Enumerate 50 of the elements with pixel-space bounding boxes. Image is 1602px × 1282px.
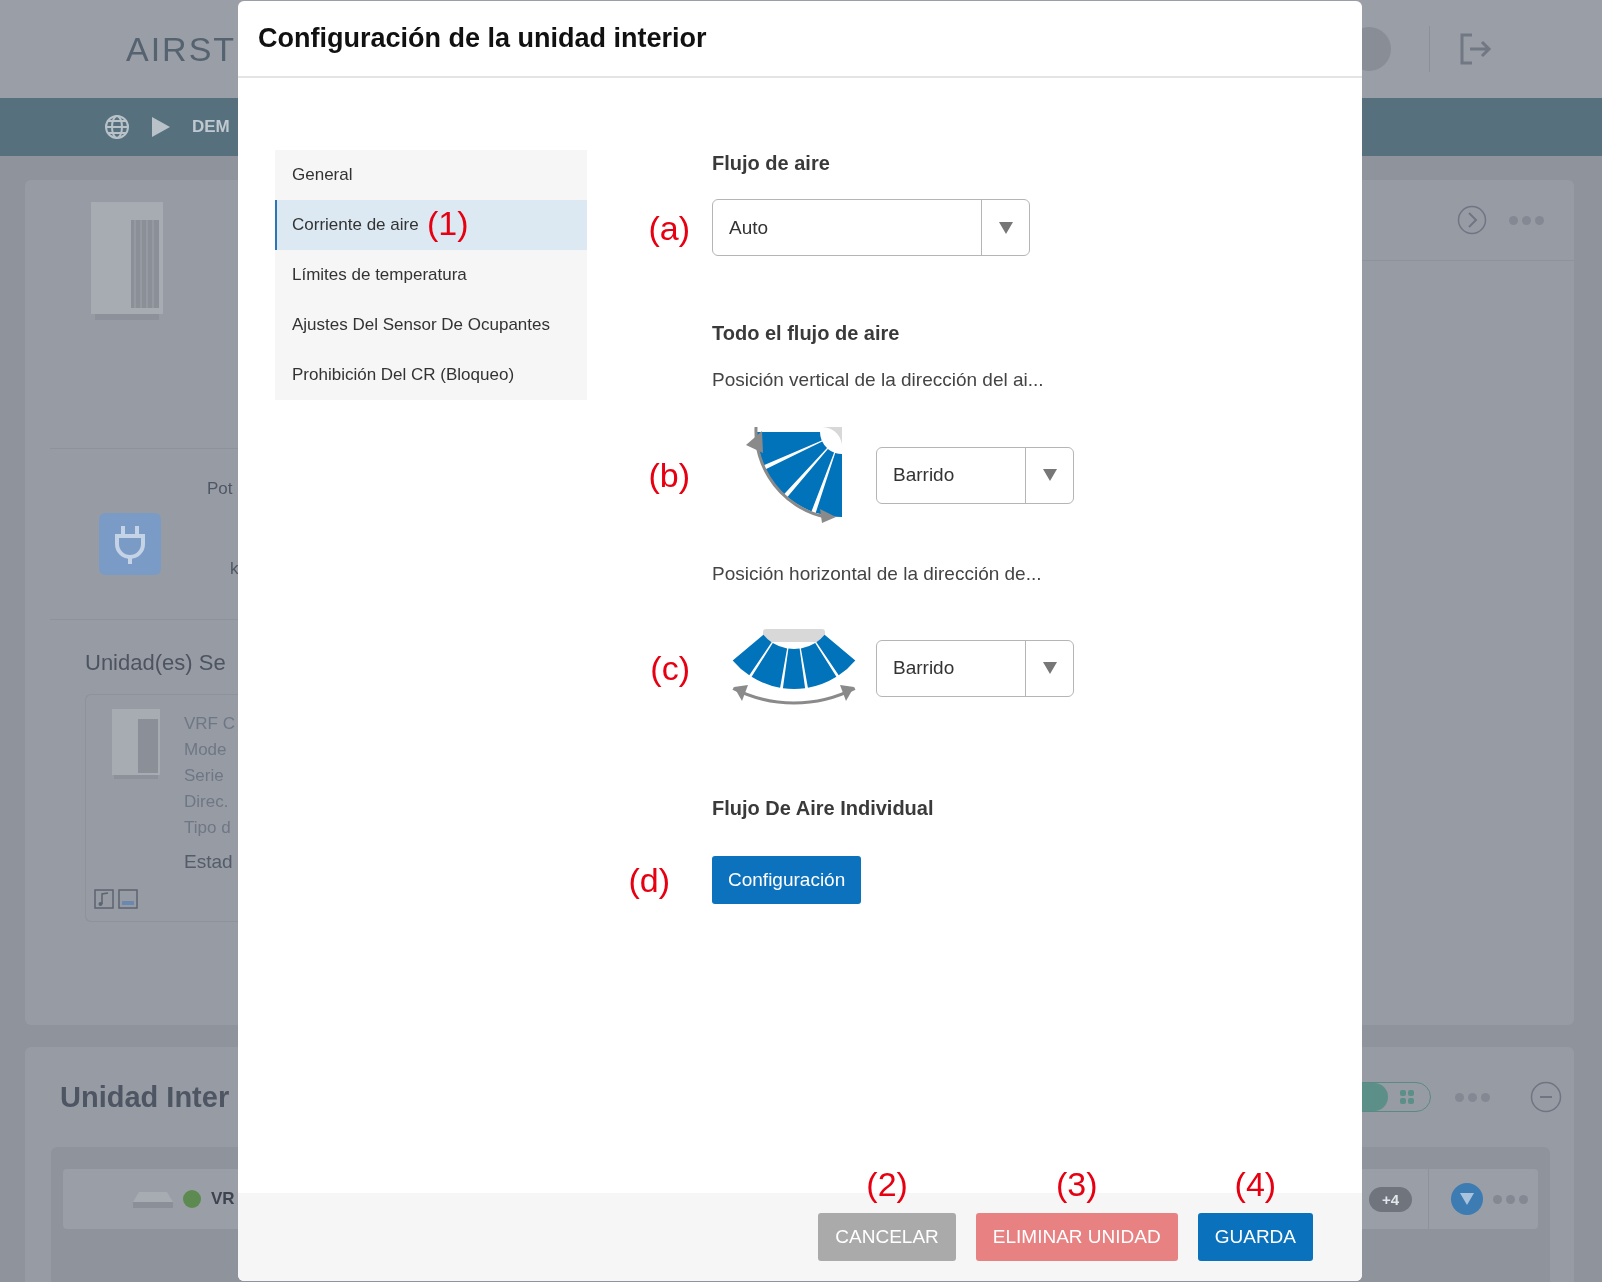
power-unit: k [230, 559, 238, 579]
nav-item[interactable]: Corriente de aire (1) [275, 200, 587, 250]
play-icon [152, 117, 170, 137]
outdoor-unit-picture-icon [91, 202, 163, 320]
caret-icon [1042, 469, 1057, 481]
globe-icon[interactable] [104, 114, 130, 140]
music-note-icon [94, 889, 114, 909]
collapse-icon[interactable] [1530, 1081, 1562, 1113]
annotation-label: (b) [648, 458, 690, 492]
plug-icon [99, 513, 161, 575]
next-icon[interactable] [1457, 205, 1487, 235]
nav-item[interactable]: Límites de temperatura [275, 250, 587, 300]
caret-icon [998, 221, 1013, 234]
annotation-label: (2) [865, 1167, 909, 1201]
nav-item[interactable]: Prohibición Del CR (Bloqueo) [275, 350, 587, 400]
status-dot [183, 1190, 201, 1208]
caret-icon [1042, 662, 1057, 674]
nav-item[interactable]: Ajustes Del Sensor De Ocupantes [275, 300, 587, 350]
annotation-label: (3) [1055, 1167, 1099, 1201]
logo-text: AIRST [126, 29, 237, 69]
outdoor-unit-picture-icon [112, 709, 160, 779]
grid-icon[interactable] [1400, 1090, 1414, 1104]
settings-button[interactable]: Configuración [712, 856, 862, 904]
annotation-label: (c) [650, 651, 690, 685]
dropdown[interactable]: Auto [712, 199, 1030, 256]
dropdown[interactable]: Barrido [876, 446, 1074, 504]
nav-item[interactable]: General [275, 150, 587, 200]
section-heading: Todo el flujo de aire [712, 322, 900, 345]
unit-status: Estad [184, 850, 234, 874]
document-icon [118, 889, 138, 909]
dialog-title: Configuración de la unidad interior [258, 23, 707, 54]
annotation-label: (a) [648, 210, 690, 245]
annotation-label: (d) [628, 863, 670, 897]
count-badge: +4 [1368, 1186, 1412, 1212]
expand-icon[interactable] [1451, 1183, 1483, 1215]
horizontal-airflow-icon [732, 629, 856, 707]
field-label: Posición horizontal de la dirección de... [712, 563, 1042, 585]
section-title: Unidad Inter [60, 1080, 230, 1114]
annotation-label: (1) [427, 206, 469, 240]
field-label: Posición vertical de la dirección del ai... [712, 369, 1044, 391]
annotation-label: (4) [1233, 1167, 1278, 1201]
section-heading: Flujo De Aire Individual [712, 797, 934, 820]
section-heading: Flujo de aire [712, 152, 830, 175]
vertical-airflow-icon [744, 427, 844, 523]
power-label: Pot [207, 479, 234, 499]
dropdown[interactable]: Barrido [876, 639, 1074, 697]
logout-icon[interactable] [1458, 32, 1492, 66]
section-title: Unidad(es) Se [85, 650, 227, 676]
save-button[interactable]: GUARDA [1197, 1213, 1313, 1261]
unit-name: VR [211, 1189, 235, 1209]
